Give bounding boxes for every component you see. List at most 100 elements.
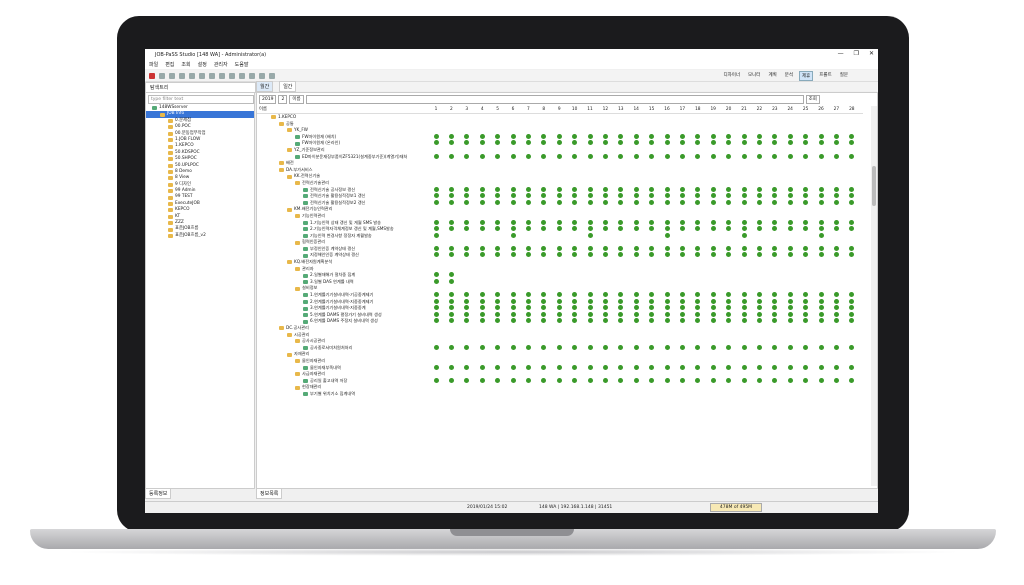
row-name[interactable]: 물인자재관리 (257, 358, 467, 365)
row-name[interactable]: 공통 (257, 121, 451, 128)
day-cell[interactable] (537, 252, 551, 259)
day-cell[interactable] (737, 245, 751, 253)
day-cell[interactable] (460, 245, 474, 253)
day-cell[interactable] (614, 298, 628, 306)
day-cell[interactable] (583, 153, 597, 161)
day-cell[interactable] (491, 245, 505, 253)
day-cell[interactable] (583, 193, 597, 200)
day-cell[interactable] (706, 377, 720, 385)
search-button[interactable]: 조회 (805, 95, 820, 104)
day-cell[interactable] (722, 199, 736, 207)
day-cell[interactable] (799, 364, 813, 372)
row-name[interactable]: 공사시공관리 (257, 338, 467, 345)
day-cell[interactable] (444, 272, 458, 279)
day-cell[interactable] (506, 364, 520, 372)
day-cell[interactable] (491, 140, 505, 147)
day-cell[interactable] (706, 219, 720, 227)
day-cell[interactable] (691, 305, 705, 312)
day-cell[interactable] (475, 245, 489, 253)
day-cell[interactable] (829, 133, 843, 141)
day-cell[interactable] (737, 305, 751, 312)
day-cell[interactable] (475, 226, 489, 233)
day-cell[interactable] (552, 186, 566, 194)
day-cell[interactable] (429, 292, 443, 299)
day-cell[interactable] (444, 377, 458, 385)
day-cell[interactable] (429, 153, 443, 161)
day-cell[interactable] (506, 305, 520, 312)
day-cell[interactable] (799, 252, 813, 259)
day-cell[interactable] (706, 193, 720, 200)
day-cell[interactable] (675, 344, 689, 352)
day-cell[interactable] (506, 199, 520, 207)
day-cell[interactable] (491, 292, 505, 299)
day-cell[interactable] (475, 219, 489, 227)
day-cell[interactable] (598, 344, 612, 352)
day-cell[interactable] (521, 153, 535, 161)
day-cell[interactable] (752, 298, 766, 306)
day-cell[interactable] (645, 292, 659, 299)
day-cell[interactable] (829, 199, 843, 207)
day-cell[interactable] (583, 186, 597, 194)
day-cell[interactable] (506, 252, 520, 259)
day-cell[interactable] (829, 311, 843, 319)
day-cell[interactable] (568, 219, 582, 227)
day-cell[interactable] (444, 311, 458, 319)
day-cell[interactable] (799, 193, 813, 200)
day-cell[interactable] (429, 318, 443, 325)
day-cell[interactable] (752, 153, 766, 161)
day-cell[interactable] (722, 305, 736, 312)
day-cell[interactable] (598, 292, 612, 299)
day-cell[interactable] (706, 153, 720, 161)
day-cell[interactable] (460, 292, 474, 299)
day-cell[interactable] (429, 199, 443, 207)
day-cell[interactable] (552, 245, 566, 253)
grid-icon[interactable] (259, 72, 265, 79)
day-cell[interactable] (691, 344, 705, 352)
day-cell[interactable] (598, 226, 612, 233)
day-cell[interactable] (444, 199, 458, 207)
day-cell[interactable] (768, 219, 782, 227)
day-cell[interactable] (660, 140, 674, 147)
day-cell[interactable] (506, 311, 520, 319)
day-cell[interactable] (629, 193, 643, 200)
day-cell[interactable] (799, 377, 813, 385)
day-cell[interactable] (660, 133, 674, 141)
day-cell[interactable] (752, 318, 766, 325)
day-cell[interactable] (799, 305, 813, 312)
day-cell[interactable] (429, 298, 443, 306)
day-cell[interactable] (629, 186, 643, 194)
perspective-5[interactable]: 프롤트 (817, 71, 833, 81)
day-cell[interactable] (722, 193, 736, 200)
day-cell[interactable] (752, 186, 766, 194)
day-cell[interactable] (706, 364, 720, 372)
day-cell[interactable] (691, 364, 705, 372)
day-cell[interactable] (752, 364, 766, 372)
year-select[interactable]: 2019 (259, 95, 277, 104)
day-cell[interactable] (598, 133, 612, 141)
row-name[interactable]: YZ_기준정보관리 (257, 147, 459, 154)
day-cell[interactable] (829, 318, 843, 325)
day-cell[interactable] (506, 232, 520, 240)
day-cell[interactable] (752, 226, 766, 233)
day-cell[interactable] (845, 252, 859, 259)
day-cell[interactable] (814, 186, 828, 194)
day-cell[interactable] (629, 245, 643, 253)
day-cell[interactable] (552, 252, 566, 259)
day-cell[interactable] (675, 153, 689, 161)
day-cell[interactable] (845, 298, 859, 306)
day-cell[interactable] (768, 318, 782, 325)
scroll-thumb[interactable] (872, 166, 876, 206)
day-cell[interactable] (460, 252, 474, 259)
day-cell[interactable] (521, 252, 535, 259)
day-cell[interactable] (521, 318, 535, 325)
day-cell[interactable] (783, 252, 797, 259)
day-cell[interactable] (783, 186, 797, 194)
day-cell[interactable] (552, 199, 566, 207)
layout-icon[interactable] (249, 72, 255, 79)
day-cell[interactable] (783, 305, 797, 312)
minimize-button[interactable]: — (838, 50, 844, 57)
close-button[interactable]: ✕ (869, 50, 874, 57)
day-cell[interactable] (737, 377, 751, 385)
day-cell[interactable] (675, 199, 689, 207)
day-cell[interactable] (814, 193, 828, 200)
